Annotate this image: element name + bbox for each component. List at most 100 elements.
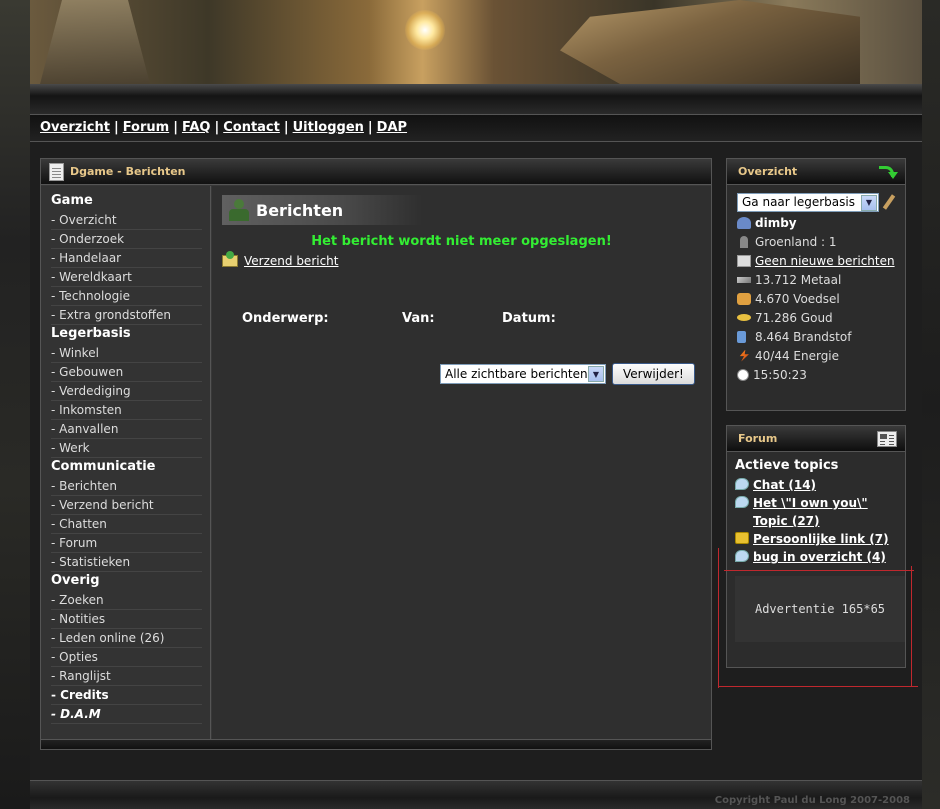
menu-item-overzicht[interactable]: - Overzicht <box>51 211 202 230</box>
menu-item-ranglijst[interactable]: - Ranglijst <box>51 667 202 686</box>
page-footer: Copyright Paul du Long 2007-2008 <box>30 780 922 809</box>
refresh-arrow-icon[interactable] <box>877 164 898 180</box>
forum-topic-link[interactable]: Persoonlijke link (7) <box>753 530 889 548</box>
forum-topic-link[interactable]: bug in overzicht (4) <box>753 548 886 566</box>
menu-item-wereldkaart[interactable]: - Wereldkaart <box>51 268 202 287</box>
menu-item-zoeken[interactable]: - Zoeken <box>51 591 202 610</box>
banner-tank-image <box>560 0 860 84</box>
food-row: 4.670 Voedsel <box>737 289 897 308</box>
menu-item-technologie[interactable]: - Technologie <box>51 287 202 306</box>
nav-separator: | <box>283 120 289 135</box>
forum-panel-header: Forum <box>727 426 905 452</box>
overview-panel-body: Ga naar legerbasis ▼ dimby Groenland : 1… <box>727 185 905 384</box>
menu-item-statistieken[interactable]: - Statistieken <box>51 553 202 572</box>
main-panel: Dgame - Berichten Game - Overzicht - Ond… <box>40 158 712 750</box>
menu-item-inkomsten[interactable]: - Inkomsten <box>51 401 202 420</box>
chevron-down-icon[interactable]: ▼ <box>588 366 604 382</box>
menu-item-verzend-bericht[interactable]: - Verzend bericht <box>51 496 202 515</box>
base-select[interactable]: Ga naar legerbasis ▼ <box>737 192 879 212</box>
menu-section-game: Game <box>51 193 93 208</box>
top-nav: Overzicht | Forum | FAQ | Contact | Uitloggen | DA… <box>30 114 922 142</box>
location: Groenland : 1 <box>755 234 837 249</box>
chevron-down-icon[interactable]: ▼ <box>861 194 877 211</box>
ad-guide-line-top <box>724 570 914 571</box>
menu-item-aanvallen[interactable]: - Aanvallen <box>51 420 202 439</box>
forum-topic[interactable]: bug in overzicht (4) <box>735 548 897 566</box>
nav-separator: | <box>214 120 220 135</box>
forum-topic[interactable]: Persoonlijke link (7) <box>735 530 897 548</box>
menu-item-handelaar[interactable]: - Handelaar <box>51 249 202 268</box>
nav-forum[interactable]: Forum <box>123 120 170 135</box>
menu-item-dam[interactable]: - D.A.M <box>51 705 202 724</box>
menu-item-forum[interactable]: - Forum <box>51 534 202 553</box>
delete-button[interactable]: Verwijder! <box>612 363 695 385</box>
menu-item-notities[interactable]: - Notities <box>51 610 202 629</box>
side-background-left <box>0 0 30 809</box>
side-background-right <box>920 0 940 809</box>
menu-item-chatten[interactable]: - Chatten <box>51 515 202 534</box>
food-icon <box>737 292 751 305</box>
server-time: 15:50:23 <box>753 367 807 382</box>
nav-uitloggen[interactable]: Uitloggen <box>293 120 364 135</box>
message-filter-select[interactable]: Alle zichtbare berichten ▼ <box>440 364 606 384</box>
pencil-icon[interactable] <box>882 194 896 210</box>
nav-links: Overzicht | Forum | FAQ | Contact | Uitloggen | DA… <box>40 120 407 135</box>
location-row: Groenland : 1 <box>737 232 897 251</box>
ad-guide-line-left <box>718 548 719 688</box>
page-wrapper: Overzicht | Forum | FAQ | Contact | Uitloggen | DA… <box>30 0 922 809</box>
content-title-bar: Berichten <box>222 195 422 225</box>
fuel-amount: 8.464 Brandstof <box>755 329 852 344</box>
lock-icon <box>735 532 749 544</box>
messages-link[interactable]: Geen nieuwe berichten <box>755 254 895 268</box>
overview-panel-title: Overzicht <box>738 165 798 178</box>
fuel-row: 8.464 Brandstof <box>737 327 897 346</box>
menu-item-gebouwen[interactable]: - Gebouwen <box>51 363 202 382</box>
header-banner <box>30 0 922 84</box>
nav-separator: | <box>113 120 119 135</box>
menu-item-onderzoek[interactable]: - Onderzoek <box>51 230 202 249</box>
content-title: Berichten <box>256 200 344 220</box>
clock-icon <box>737 368 749 381</box>
banner-strip <box>30 84 922 114</box>
gold-row: 71.286 Goud <box>737 308 897 327</box>
nav-faq[interactable]: FAQ <box>182 120 211 135</box>
newspaper-icon <box>877 430 897 447</box>
overview-panel-header: Overzicht <box>727 159 905 185</box>
menu-item-berichten[interactable]: - Berichten <box>51 477 202 496</box>
copyright-text: Copyright Paul du Long 2007-2008 <box>714 795 910 806</box>
forum-topic-link[interactable]: Chat (14) <box>753 476 816 494</box>
menu-item-winkel[interactable]: - Winkel <box>51 344 202 363</box>
user-icon <box>737 216 751 229</box>
messages-row[interactable]: Geen nieuwe berichten <box>737 251 897 270</box>
username: dimby <box>755 215 797 230</box>
flag-icon <box>740 235 748 248</box>
nav-contact[interactable]: Contact <box>223 120 280 135</box>
menu-item-leden-online[interactable]: - Leden online (26) <box>51 629 202 648</box>
metal-amount: 13.712 Metaal <box>755 272 842 287</box>
active-topics-label: Actieve topics <box>735 458 839 473</box>
metal-icon <box>737 276 751 283</box>
nav-dap[interactable]: DAP <box>377 120 407 135</box>
advertisement-placeholder[interactable]: Advertentie 165*65 <box>735 576 905 642</box>
energy-amount: 40/44 Energie <box>755 348 840 363</box>
left-menu: Game - Overzicht - Onderzoek - Handelaar… <box>41 186 211 740</box>
forum-topic[interactable]: Het \"I own you\" Topic (27) <box>735 494 897 530</box>
menu-item-opties[interactable]: - Opties <box>51 648 202 667</box>
send-message-link[interactable]: Verzend bericht <box>222 251 339 268</box>
forum-topic[interactable]: Chat (14) <box>735 476 897 494</box>
menu-item-credits[interactable]: - Credits <box>51 686 202 705</box>
chat-bubble-icon <box>735 478 749 490</box>
soldier-icon <box>226 197 252 223</box>
menu-item-extra-grondstoffen[interactable]: - Extra grondstoffen <box>51 306 202 325</box>
forum-panel-title: Forum <box>738 432 778 445</box>
menu-item-verdediging[interactable]: - Verdediging <box>51 382 202 401</box>
nav-overzicht[interactable]: Overzicht <box>40 120 110 135</box>
forum-topic-link[interactable]: Het \"I own you\" Topic (27) <box>753 494 897 530</box>
send-message-label[interactable]: Verzend bericht <box>244 254 339 268</box>
menu-item-werk[interactable]: - Werk <box>51 439 202 458</box>
energy-row: 40/44 Energie <box>737 346 897 365</box>
main-panel-title: Dgame - Berichten <box>70 165 186 178</box>
forum-panel-body: Actieve topics Chat (14) Het \"I own you… <box>727 452 905 642</box>
envelope-icon <box>222 251 238 267</box>
menu-section-overig: Overig <box>51 573 100 588</box>
